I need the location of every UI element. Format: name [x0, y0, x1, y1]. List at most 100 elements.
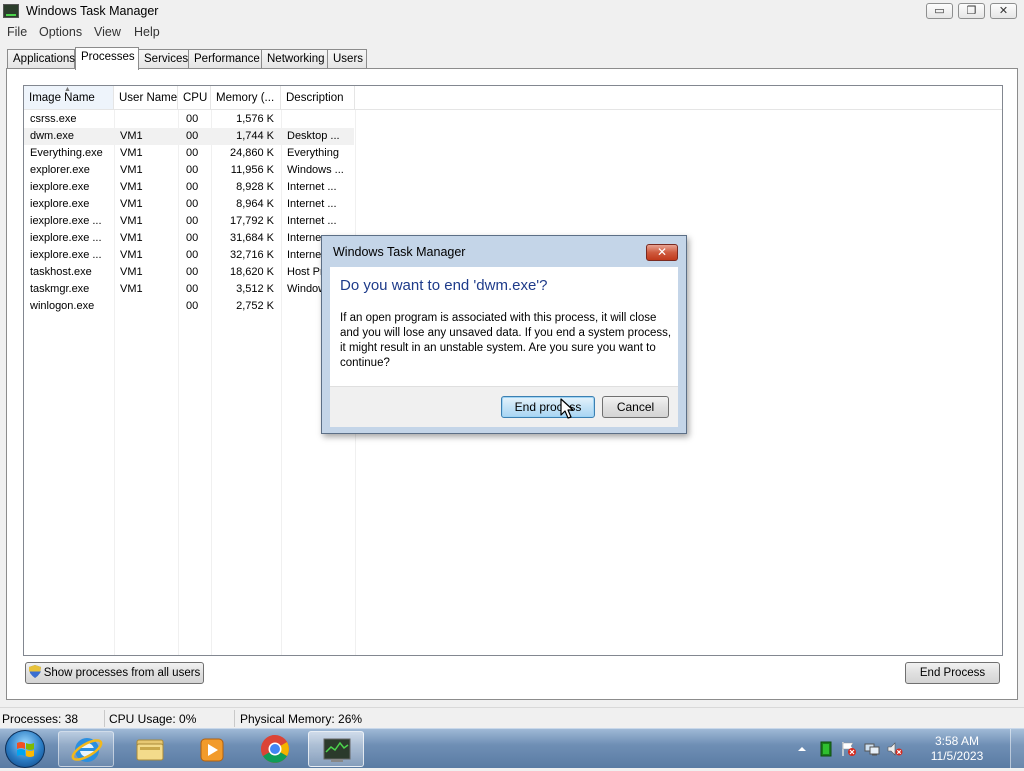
- column-image-name[interactable]: ▲ Image Name: [24, 86, 114, 110]
- network-icon[interactable]: [864, 741, 880, 757]
- status-processes: Processes: 38: [2, 712, 79, 726]
- menu-view[interactable]: View: [94, 25, 121, 39]
- clock-time: 3:58 AM: [934, 734, 980, 748]
- clock-date: 11/5/2023: [930, 749, 984, 763]
- taskbar-task-manager[interactable]: [308, 731, 364, 767]
- cell-user: VM1: [120, 249, 143, 261]
- column-image-name-label: Image Name: [29, 92, 95, 104]
- cell-desc: Everything: [287, 147, 339, 159]
- minimize-button[interactable]: ▭: [926, 3, 953, 19]
- tab-applications[interactable]: Applications: [7, 49, 75, 69]
- internet-explorer-icon: [71, 738, 103, 762]
- cell-memory: 1,744 K: [236, 130, 274, 142]
- menu-help[interactable]: Help: [134, 25, 160, 39]
- cell-memory: 2,752 K: [236, 300, 274, 312]
- cell-image: iexplore.exe: [30, 198, 90, 210]
- cell-memory: 24,860 K: [229, 147, 274, 159]
- table-row[interactable]: iexplore.exe ... VM1 00 32,716 K Interne: [24, 247, 354, 264]
- cell-cpu: 00: [186, 198, 199, 210]
- table-row[interactable]: iexplore.exe ... VM1 00 31,684 K Interne: [24, 230, 354, 247]
- menu-bar: File Options View Help: [0, 22, 1024, 42]
- cell-cpu: 00: [186, 266, 199, 278]
- sort-up-icon: ▲: [64, 86, 71, 93]
- taskbar-file-explorer[interactable]: [122, 731, 178, 767]
- cell-memory: 31,684 K: [229, 232, 274, 244]
- cell-memory: 8,964 K: [236, 198, 274, 210]
- cell-image: iexplore.exe ...: [30, 215, 102, 227]
- file-explorer-icon: [136, 739, 164, 761]
- status-memory: Physical Memory: 26%: [240, 712, 363, 726]
- cell-memory: 18,620 K: [229, 266, 274, 278]
- column-cpu[interactable]: CPU: [178, 86, 211, 110]
- cell-cpu: 00: [186, 300, 199, 312]
- media-player-icon: [200, 738, 224, 762]
- end-process-dialog: Windows Task Manager ✕ Do you want to en…: [321, 235, 687, 434]
- cell-image: taskmgr.exe: [30, 283, 90, 295]
- table-row[interactable]: csrss.exe 00 1,576 K: [24, 111, 354, 128]
- show-desktop-button[interactable]: [1010, 729, 1024, 769]
- cell-user: VM1: [120, 164, 143, 176]
- cancel-button[interactable]: Cancel: [602, 396, 669, 418]
- tab-performance[interactable]: Performance: [188, 49, 262, 69]
- cell-cpu: 00: [186, 283, 199, 295]
- table-row[interactable]: taskhost.exe VM1 00 18,620 K Host Pr: [24, 264, 354, 281]
- cell-cpu: 00: [186, 130, 199, 142]
- start-button[interactable]: [5, 730, 45, 768]
- dialog-body: Do you want to end 'dwm.exe'? If an open…: [330, 267, 678, 386]
- show-all-users-button[interactable]: Show processes from all users: [25, 662, 204, 684]
- taskbar-media-player[interactable]: [184, 731, 240, 767]
- show-all-users-label: Show processes from all users: [43, 667, 201, 679]
- cell-desc: Internet ...: [287, 198, 337, 210]
- table-row[interactable]: dwm.exe VM1 00 1,744 K Desktop ...: [24, 128, 354, 145]
- cell-user: VM1: [120, 215, 143, 227]
- chrome-icon: [261, 735, 289, 763]
- system-clock[interactable]: 3:58 AM 11/5/2023: [922, 734, 992, 764]
- window-title: Windows Task Manager: [26, 4, 159, 18]
- table-row[interactable]: iexplore.exe VM1 00 8,928 K Internet ...: [24, 179, 354, 196]
- volume-muted-icon[interactable]: [887, 741, 903, 757]
- network-activity-icon[interactable]: [818, 741, 834, 757]
- system-tray: 3:58 AM 11/5/2023: [784, 729, 1024, 769]
- column-memory[interactable]: Memory (...: [211, 86, 281, 110]
- cell-image: taskhost.exe: [30, 266, 92, 278]
- cell-image: winlogon.exe: [30, 300, 95, 312]
- status-bar: Processes: 38 CPU Usage: 0% Physical Mem…: [0, 707, 1024, 728]
- close-button[interactable]: ✕: [990, 3, 1017, 19]
- confirm-end-process-button[interactable]: End process: [501, 396, 595, 418]
- table-row[interactable]: winlogon.exe 00 2,752 K: [24, 298, 354, 315]
- table-row[interactable]: taskmgr.exe VM1 00 3,512 K Window: [24, 281, 354, 298]
- tab-processes[interactable]: Processes: [75, 47, 139, 70]
- column-user-name[interactable]: User Name: [114, 86, 178, 110]
- tab-services[interactable]: Services: [138, 49, 189, 69]
- maximize-button[interactable]: ❐: [958, 3, 985, 19]
- menu-file[interactable]: File: [7, 25, 27, 39]
- cell-user: VM1: [120, 147, 143, 159]
- taskbar-chrome[interactable]: [247, 731, 303, 767]
- action-center-icon[interactable]: [841, 741, 857, 757]
- status-divider: [234, 710, 235, 727]
- end-process-button[interactable]: End Process: [905, 662, 1000, 684]
- taskbar-internet-explorer[interactable]: [58, 731, 114, 767]
- cell-desc: Internet ...: [287, 181, 337, 193]
- task-manager-icon[interactable]: [3, 4, 19, 18]
- cell-cpu: 00: [186, 164, 199, 176]
- tab-networking[interactable]: Networking: [261, 49, 328, 69]
- tab-users[interactable]: Users: [327, 49, 367, 69]
- cell-desc: Desktop ...: [287, 130, 340, 142]
- cell-memory: 8,928 K: [236, 181, 274, 193]
- menu-options[interactable]: Options: [39, 25, 82, 39]
- task-manager-icon: [323, 738, 351, 762]
- column-description[interactable]: Description: [281, 86, 355, 110]
- dialog-close-button[interactable]: ✕: [646, 244, 678, 261]
- table-row[interactable]: Everything.exe VM1 00 24,860 K Everything: [24, 145, 354, 162]
- table-row[interactable]: iexplore.exe VM1 00 8,964 K Internet ...: [24, 196, 354, 213]
- table-row[interactable]: iexplore.exe ... VM1 00 17,792 K Internet ..…: [24, 213, 354, 230]
- cell-cpu: 00: [186, 147, 199, 159]
- cell-cpu: 00: [186, 215, 199, 227]
- status-cpu: CPU Usage: 0%: [109, 712, 197, 726]
- show-hidden-icons-arrow[interactable]: [794, 741, 810, 757]
- cell-desc: Windows ...: [287, 164, 344, 176]
- cell-desc: Internet ...: [287, 215, 337, 227]
- status-divider: [104, 710, 105, 727]
- table-row[interactable]: explorer.exe VM1 00 11,956 K Windows ...: [24, 162, 354, 179]
